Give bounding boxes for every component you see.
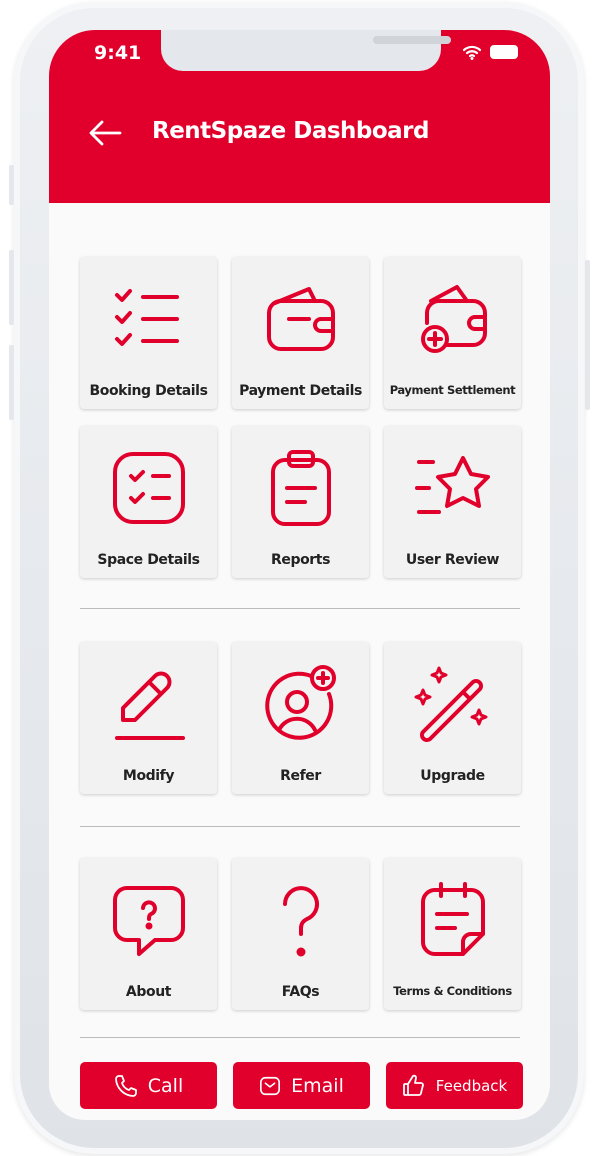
feedback-button[interactable]: Feedback <box>386 1062 523 1109</box>
email-button[interactable]: Email <box>233 1062 370 1109</box>
tile-label: FAQs <box>281 984 320 1000</box>
tile-space-details[interactable]: Space Details <box>80 426 217 578</box>
tile-label: Payment Details <box>239 383 362 399</box>
notch <box>161 30 451 71</box>
pencil-icon <box>114 671 185 740</box>
divider <box>80 826 520 827</box>
tile-booking-details[interactable]: Booking Details <box>80 257 217 409</box>
status-icons <box>462 44 518 60</box>
tile-reports[interactable]: Reports <box>232 426 369 578</box>
user-add-icon <box>264 665 336 740</box>
tile-grid-account: Modify Refer Upgrade <box>80 642 521 794</box>
wallet-icon <box>266 287 335 351</box>
tile-label: Space Details <box>97 552 200 568</box>
screen: 9:41 RentSpaze Dashboard Booking Details… <box>49 30 550 1120</box>
power-button <box>585 260 590 410</box>
tile-label: Terms & Conditions <box>393 984 512 998</box>
task-square-icon <box>112 452 185 524</box>
tile-grid-main: Booking Details Payment Details Payment … <box>80 257 521 578</box>
note-icon <box>420 882 485 956</box>
speaker <box>373 36 451 44</box>
feedback-label: Feedback <box>435 1076 508 1095</box>
tile-label: About <box>125 984 172 1000</box>
question-mark-icon <box>282 886 319 957</box>
tile-label: Booking Details <box>89 383 208 399</box>
call-button[interactable]: Call <box>80 1062 217 1109</box>
tile-user-review[interactable]: User Review <box>384 426 521 578</box>
divider <box>80 1037 520 1038</box>
tile-about[interactable]: About <box>80 858 217 1010</box>
tile-grid-info: About FAQs Terms & Conditions <box>80 858 521 1010</box>
tile-upgrade[interactable]: Upgrade <box>384 642 521 794</box>
question-bubble-icon <box>112 886 185 956</box>
tile-label: Modify <box>122 768 175 784</box>
phone-icon <box>114 1074 137 1097</box>
thumbs-up-icon <box>402 1074 424 1096</box>
call-label: Call <box>147 1074 184 1097</box>
magic-wand-icon <box>414 666 487 742</box>
page-title: RentSpaze Dashboard <box>152 118 430 144</box>
status-time: 9:41 <box>94 42 142 64</box>
tile-payment-settlement[interactable]: Payment Settlement <box>384 257 521 409</box>
battery-icon <box>490 45 518 59</box>
mute-switch <box>9 165 14 205</box>
tile-faqs[interactable]: FAQs <box>232 858 369 1010</box>
checklist-icon <box>114 289 179 346</box>
back-arrow-icon[interactable] <box>87 118 123 148</box>
tile-terms-conditions[interactable]: Terms & Conditions <box>384 858 521 1010</box>
clipboard-icon <box>270 450 331 526</box>
mail-icon <box>260 1076 281 1095</box>
divider <box>80 608 520 609</box>
wallet-add-icon <box>420 285 487 353</box>
tile-modify[interactable]: Modify <box>80 642 217 794</box>
tile-refer[interactable]: Refer <box>232 642 369 794</box>
tile-payment-details[interactable]: Payment Details <box>232 257 369 409</box>
contact-actions: Call Email Feedback <box>80 1062 523 1109</box>
volume-down-button <box>9 345 14 420</box>
tile-label: Reports <box>270 552 331 568</box>
tile-label: User Review <box>405 552 500 568</box>
star-icon <box>414 456 490 514</box>
tile-label: Upgrade <box>420 768 485 784</box>
volume-up-button <box>9 250 14 325</box>
wifi-icon <box>462 45 482 60</box>
tile-label: Refer <box>280 768 321 784</box>
tile-label: Payment Settlement <box>389 383 516 397</box>
email-label: Email <box>291 1074 344 1097</box>
